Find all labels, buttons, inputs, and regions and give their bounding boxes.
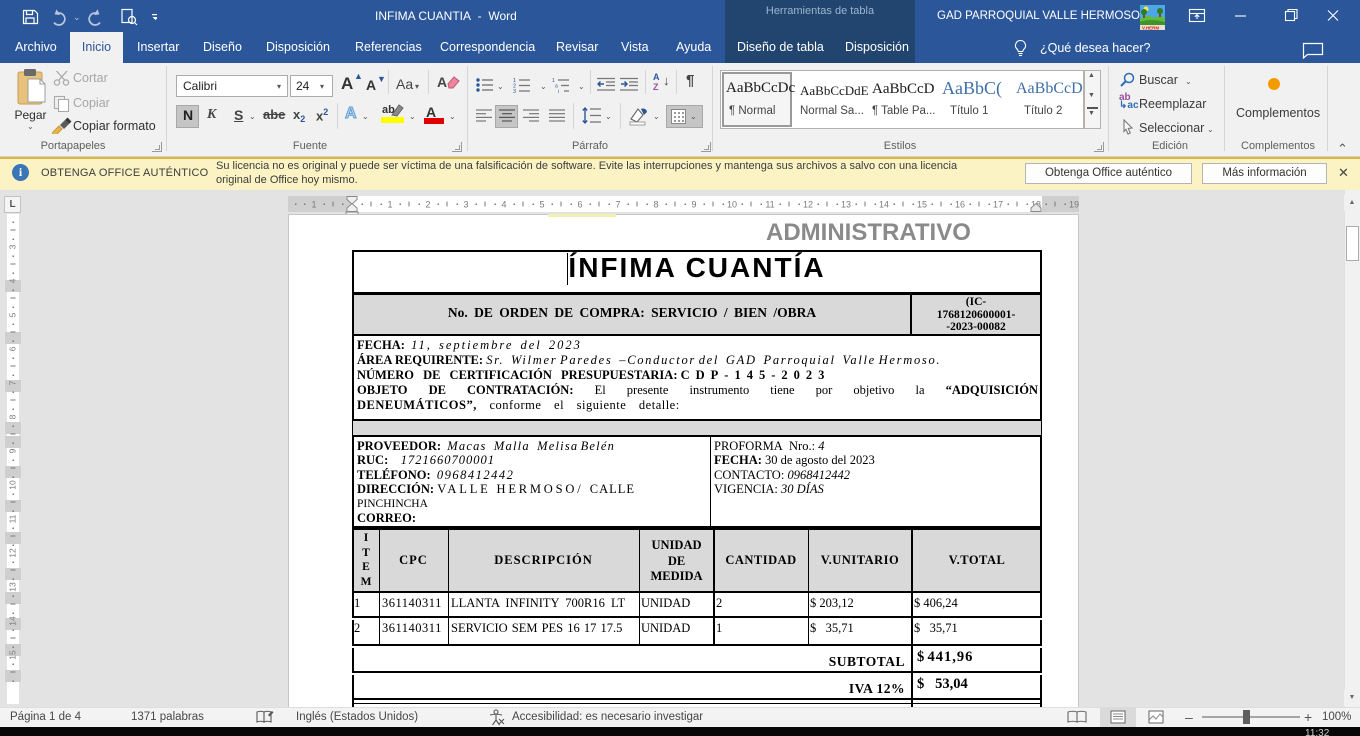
svg-text:3: 3 [463, 200, 468, 210]
svg-text:4: 4 [501, 200, 506, 210]
svg-text:13: 13 [841, 200, 851, 210]
svg-text:3: 3 [7, 244, 17, 249]
svg-text:10: 10 [7, 480, 17, 490]
svg-text:14: 14 [879, 200, 889, 210]
svg-text:5: 5 [7, 312, 17, 317]
svg-text:17: 17 [993, 200, 1003, 210]
svg-text:2: 2 [425, 200, 430, 210]
svg-text:16: 16 [955, 200, 965, 210]
svg-text:15: 15 [7, 650, 17, 660]
svg-text:8: 8 [7, 414, 17, 419]
svg-text:V.HERM: V.HERM [1142, 26, 1159, 31]
svg-text:1: 1 [387, 200, 392, 210]
svg-text:11: 11 [765, 200, 774, 210]
svg-text:15: 15 [917, 200, 927, 210]
svg-text:19: 19 [1069, 200, 1079, 210]
svg-text:9: 9 [7, 448, 17, 453]
svg-text:14: 14 [7, 616, 17, 626]
svg-text:6: 6 [7, 346, 17, 351]
svg-text:4: 4 [7, 278, 17, 283]
svg-text:6: 6 [577, 200, 582, 210]
svg-text:7: 7 [7, 380, 17, 385]
svg-text:10: 10 [727, 200, 737, 210]
svg-text:1: 1 [311, 200, 316, 210]
svg-text:i: i [558, 89, 559, 93]
svg-text:⌄: ⌄ [73, 12, 81, 22]
svg-text:3: 3 [513, 89, 516, 93]
svg-text:5: 5 [539, 200, 544, 210]
svg-text:11: 11 [7, 514, 17, 523]
svg-text:9: 9 [691, 200, 696, 210]
svg-text:8: 8 [653, 200, 658, 210]
svg-text:7: 7 [615, 200, 620, 210]
svg-text:12: 12 [803, 200, 813, 210]
svg-text:12: 12 [7, 548, 17, 558]
svg-text:13: 13 [7, 582, 17, 592]
